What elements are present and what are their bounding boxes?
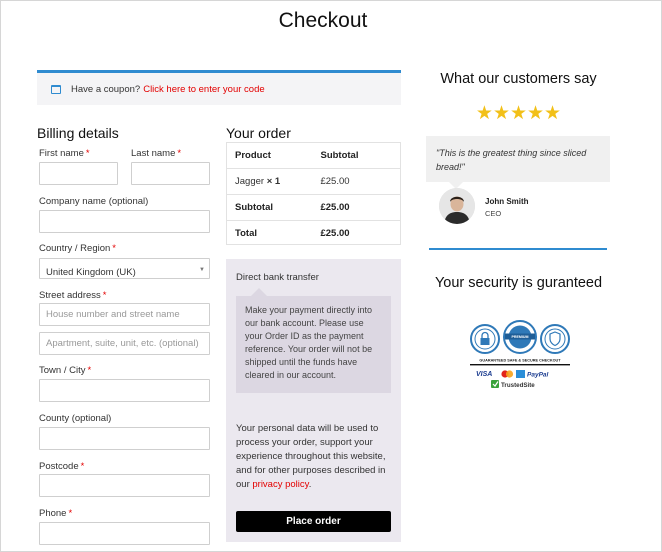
premium-badge-icon: PREMIUM <box>503 320 537 354</box>
company-label: Company name (optional) <box>39 196 149 207</box>
badge-banner-text: GUARANTEED SAFE & SECURE CHECKOUT <box>479 359 561 363</box>
privacy-policy-link[interactable]: privacy policy <box>252 479 308 490</box>
postcode-field[interactable] <box>39 474 210 497</box>
payment-panel: Direct bank transfer Make your payment d… <box>226 259 401 542</box>
shield-badge-icon <box>540 324 570 354</box>
phone-field[interactable] <box>39 522 210 545</box>
page-title: Checkout <box>278 9 368 32</box>
chevron-down-icon: ▼ <box>199 267 205 273</box>
divider <box>429 248 607 250</box>
city-label: Town / City * <box>39 365 92 376</box>
table-header: Product Subtotal <box>227 143 400 169</box>
privacy-notice: Your personal data will be used to proce… <box>236 423 386 490</box>
premium-badge-text: PREMIUM <box>512 335 529 339</box>
amex-icon <box>516 370 525 378</box>
subtotal-row: Subtotal £25.00 <box>227 195 400 221</box>
product-price: £25.00 <box>320 176 350 187</box>
country-label: Country / Region * <box>39 243 116 254</box>
first-name-label: First name * <box>39 148 90 159</box>
street-line2-field[interactable]: Apartment, suite, unit, etc. (optional) <box>39 332 210 355</box>
last-name-field[interactable] <box>131 162 210 185</box>
street-label: Street address * <box>39 290 107 301</box>
order-title: Your order <box>226 125 291 141</box>
postcode-label: Postcode * <box>39 461 85 472</box>
billing-title: Billing details <box>37 125 119 141</box>
mastercard-icon <box>501 370 514 378</box>
order-table: Product Subtotal Jagger × 1 £25.00 Subto… <box>226 142 401 245</box>
payment-box-caret <box>251 288 267 296</box>
total-value: £25.00 <box>320 228 350 239</box>
testimonial-quote: "This is the greatest thing since sliced… <box>426 136 610 182</box>
phone-label: Phone * <box>39 508 73 519</box>
rating-stars-icon: ★★★★★ <box>475 103 562 124</box>
paypal-icon: PayPal <box>527 372 549 379</box>
header-subtotal: Subtotal <box>320 150 359 161</box>
street-line1-placeholder: House number and street name <box>46 309 180 320</box>
country-select[interactable]: United Kingdom (UK) ▼ <box>39 258 210 279</box>
county-field[interactable] <box>39 427 210 450</box>
trustedsite-text: TrustedSite <box>501 382 535 389</box>
header-product: Product <box>235 150 271 161</box>
security-badges: PREMIUM GUARANTEED SAFE & SECURE CHECKOU… <box>468 320 572 390</box>
total-row: Total £25.00 <box>227 221 400 246</box>
street-line1-field[interactable]: House number and street name <box>39 303 210 326</box>
place-order-button[interactable]: Place order <box>236 511 391 532</box>
subtotal-value: £25.00 <box>320 202 350 213</box>
first-name-field[interactable] <box>39 162 118 185</box>
author-name: John Smith <box>485 197 529 206</box>
subtotal-label: Subtotal <box>235 202 273 213</box>
author-role: CEO <box>485 209 502 218</box>
coupon-notice: Have a coupon? Click here to enter your … <box>37 70 401 105</box>
county-label: County (optional) <box>39 413 112 424</box>
coupon-link[interactable]: Click here to enter your code <box>143 84 264 95</box>
svg-text:PayPal: PayPal <box>527 372 549 379</box>
city-field[interactable] <box>39 379 210 402</box>
visa-icon: VISA <box>476 371 492 378</box>
person-icon <box>439 188 475 224</box>
security-heading: Your security is guranteed <box>434 275 603 291</box>
testimonial-heading: What our customers say <box>440 71 597 87</box>
street-line2-placeholder: Apartment, suite, unit, etc. (optional) <box>46 338 199 349</box>
last-name-label: Last name * <box>131 148 182 159</box>
total-label: Total <box>235 228 257 239</box>
payment-description: Make your payment directly into our bank… <box>236 296 391 393</box>
company-field[interactable] <box>39 210 210 233</box>
window-icon <box>51 84 61 94</box>
product-name: Jagger × 1 <box>235 176 281 187</box>
lock-badge-icon <box>470 324 500 354</box>
payment-method-label[interactable]: Direct bank transfer <box>236 272 319 283</box>
table-row: Jagger × 1 £25.00 <box>227 169 400 195</box>
coupon-text: Have a coupon? <box>71 83 141 95</box>
country-value: United Kingdom (UK) <box>46 267 136 278</box>
avatar <box>439 188 475 224</box>
